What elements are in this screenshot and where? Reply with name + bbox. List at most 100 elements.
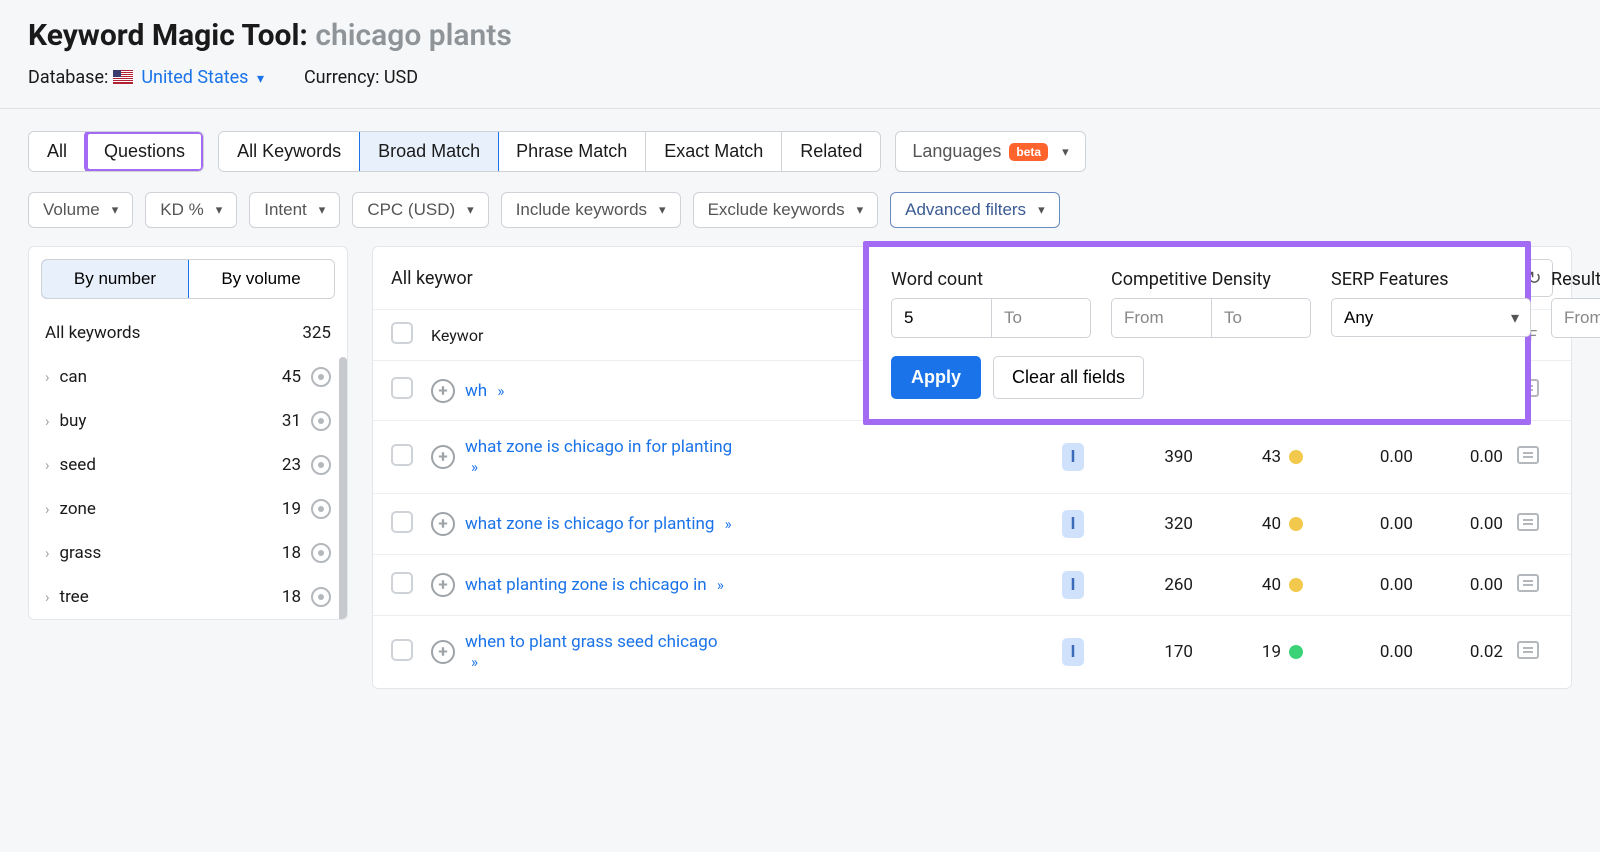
sidebar-item[interactable]: › zone 19 (29, 487, 347, 531)
filter-volume[interactable]: Volume▾ (28, 192, 133, 228)
eye-icon[interactable] (311, 455, 331, 475)
eye-icon[interactable] (311, 411, 331, 431)
chevron-right-icon: › (45, 500, 50, 518)
chevron-right-icon: › (45, 588, 50, 606)
database-selector[interactable]: Database: United States ▾ (28, 67, 264, 88)
sidebar-item-label: zone (60, 499, 96, 519)
sidebar-all-keywords[interactable]: All keywords 325 (29, 311, 347, 355)
double-chevron-icon: » (471, 653, 478, 671)
serp-features-select[interactable]: Any (1331, 298, 1531, 337)
row-checkbox[interactable] (391, 377, 413, 399)
tab-all[interactable]: All (29, 132, 86, 171)
tab-related[interactable]: Related (782, 132, 880, 171)
serp-feature-icon[interactable] (1517, 446, 1539, 464)
kd-dot-icon (1289, 517, 1303, 531)
expand-icon[interactable]: + (431, 379, 455, 403)
sidebar-item-count: 18 (282, 587, 301, 607)
serp-feature-icon[interactable] (1517, 513, 1539, 531)
sidebar-item-count: 31 (282, 411, 301, 431)
row-checkbox[interactable] (391, 639, 413, 661)
competitive-density-group: Competitive Density (1111, 269, 1311, 338)
table-row: + what zone is chicago in for planting» … (373, 420, 1571, 493)
page-header: Keyword Magic Tool: chicago plants Datab… (0, 0, 1600, 109)
sidebar-item-count: 18 (282, 543, 301, 563)
cell-kd: 43 (1193, 447, 1303, 467)
word-count-from[interactable] (891, 298, 991, 338)
serp-features-group: SERP Features Any (1331, 269, 1531, 338)
sidebar: By number By volume All keywords 325 › c… (28, 246, 348, 620)
keyword-link[interactable]: when to plant grass seed chicago» (465, 632, 718, 672)
apply-button[interactable]: Apply (891, 356, 981, 399)
tab-exact-match[interactable]: Exact Match (646, 132, 782, 171)
word-count-group: Word count (891, 269, 1091, 338)
results-from[interactable] (1551, 298, 1600, 338)
tab-all-keywords[interactable]: All Keywords (219, 132, 360, 171)
table-row: + what zone is chicago for planting » I … (373, 493, 1571, 554)
sidebar-item[interactable]: › can 45 (29, 355, 347, 399)
serp-feature-icon[interactable] (1517, 641, 1539, 659)
sidebar-item[interactable]: › grass 18 (29, 531, 347, 575)
results-in-serp-group: Results in SERP (1551, 269, 1600, 338)
sidebar-all-label: All keywords (45, 323, 140, 343)
filter-advanced[interactable]: Advanced filters▾ (890, 192, 1059, 228)
word-count-to[interactable] (991, 298, 1091, 338)
sidebar-item-label: seed (60, 455, 96, 475)
filter-row-1: All Questions All Keywords Broad Match P… (0, 109, 1600, 182)
keyword-link[interactable]: what planting zone is chicago in » (465, 575, 724, 595)
sort-toggle: By number By volume (41, 259, 335, 299)
row-checkbox[interactable] (391, 511, 413, 533)
keyword-link[interactable]: what zone is chicago for planting » (465, 514, 732, 534)
expand-icon[interactable]: + (431, 445, 455, 469)
cell-volume: 320 (1103, 514, 1193, 534)
chevron-down-icon: ▾ (1038, 202, 1045, 218)
scope-toggle: All Questions (28, 131, 204, 172)
eye-icon[interactable] (311, 367, 331, 387)
filter-kd[interactable]: KD %▾ (145, 192, 237, 228)
sidebar-item-label: grass (60, 543, 102, 563)
chevron-down-icon: ▾ (1062, 144, 1069, 160)
sidebar-item[interactable]: › seed 23 (29, 443, 347, 487)
expand-icon[interactable]: + (431, 512, 455, 536)
eye-icon[interactable] (311, 587, 331, 607)
word-count-label: Word count (891, 269, 1091, 290)
expand-icon[interactable]: + (431, 640, 455, 664)
filter-exclude-keywords[interactable]: Exclude keywords▾ (693, 192, 879, 228)
sidebar-item-label: tree (60, 587, 89, 607)
sidebar-item[interactable]: › tree 18 (29, 575, 347, 619)
filter-include-keywords[interactable]: Include keywords▾ (501, 192, 681, 228)
tab-phrase-match[interactable]: Phrase Match (498, 132, 646, 171)
clear-all-button[interactable]: Clear all fields (993, 356, 1144, 399)
chevron-down-icon: ▾ (257, 71, 264, 87)
row-checkbox[interactable] (391, 444, 413, 466)
sidebar-item[interactable]: › buy 31 (29, 399, 347, 443)
sort-by-volume[interactable]: By volume (188, 260, 334, 298)
cell-com: 0.00 (1413, 514, 1503, 534)
eye-icon[interactable] (311, 543, 331, 563)
competitive-to[interactable] (1211, 298, 1311, 338)
query-text: chicago plants (315, 18, 511, 53)
eye-icon[interactable] (311, 499, 331, 519)
expand-icon[interactable]: + (431, 573, 455, 597)
tab-broad-match[interactable]: Broad Match (359, 131, 499, 172)
advanced-filters-popover: Word count Competitive Density SERP Feat… (863, 241, 1531, 425)
row-checkbox[interactable] (391, 572, 413, 594)
tool-label: Keyword Magic Tool: (28, 18, 308, 53)
cell-cpc: 0.00 (1303, 575, 1413, 595)
serp-feature-icon[interactable] (1517, 574, 1539, 592)
filter-cpc[interactable]: CPC (USD)▾ (352, 192, 488, 228)
keyword-link[interactable]: what zone is chicago in for planting» (465, 437, 732, 477)
main-title: All keywor (391, 268, 473, 289)
tab-questions[interactable]: Questions (86, 132, 203, 171)
sort-by-number[interactable]: By number (41, 259, 189, 299)
chevron-down-icon: ▾ (216, 202, 223, 218)
scrollbar[interactable] (339, 357, 347, 620)
database-label: Database: (28, 67, 108, 88)
sidebar-item-count: 19 (282, 499, 301, 519)
languages-dropdown[interactable]: Languages beta ▾ (895, 131, 1085, 172)
sidebar-all-count: 325 (302, 323, 331, 343)
match-type-group: All Keywords Broad Match Phrase Match Ex… (218, 131, 881, 172)
competitive-from[interactable] (1111, 298, 1211, 338)
select-all-checkbox[interactable] (391, 322, 413, 344)
filter-intent[interactable]: Intent▾ (249, 192, 340, 228)
keyword-link[interactable]: wh » (465, 381, 504, 401)
